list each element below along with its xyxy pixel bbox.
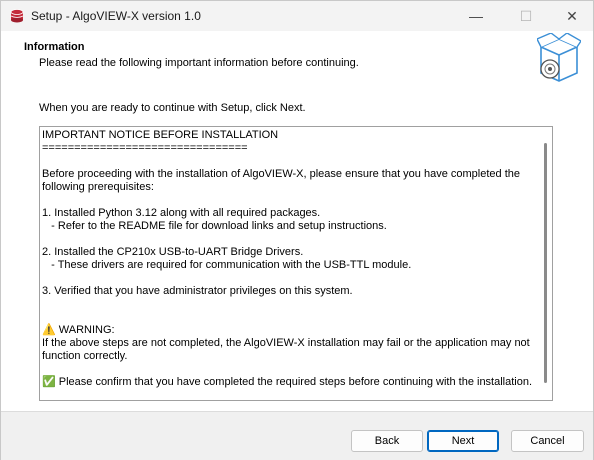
maximize-icon: ☐ [519,7,533,24]
wizard-header: Information Please read the following im… [1,31,593,89]
scroll-thumb[interactable] [544,143,547,383]
memo-line: If the above steps are not completed, th… [42,337,530,349]
install-box-icon [537,33,581,82]
memo-line: ✅ Please confirm that you have completed… [42,376,533,388]
page-title: Information [24,41,85,53]
memo-line [42,272,537,285]
next-button[interactable]: Next [427,430,499,452]
info-memo[interactable]: IMPORTANT NOTICE BEFORE INSTALLATION ====… [39,126,553,401]
window-title: Setup - AlgoVIEW-X version 1.0 [31,9,201,23]
memo-line: - Refer to the README file for download … [42,220,387,232]
title-bar[interactable]: Setup - AlgoVIEW-X version 1.0 — ☐ ✕ [1,1,593,31]
memo-line: IMPORTANT NOTICE BEFORE INSTALLATION [42,129,279,141]
setup-window: Setup - AlgoVIEW-X version 1.0 — ☐ ✕ Inf… [0,0,594,460]
setup-app-icon [10,9,24,23]
minimize-button[interactable]: — [453,1,499,31]
intro-text: When you are ready to continue with Setu… [39,102,306,114]
memo-line: - These drivers are required for communi… [42,259,412,271]
memo-line [42,298,537,311]
memo-line: 2. Installed the CP210x USB-to-UART Brid… [42,246,304,258]
memo-line: ================================ [42,142,248,154]
memo-line: function correctly. [42,350,128,362]
memo-line: 3. Verified that you have administrator … [42,285,353,297]
memo-line [42,194,537,207]
memo-line [42,233,537,246]
back-button[interactable]: Back [351,430,423,452]
info-memo-text: IMPORTANT NOTICE BEFORE INSTALLATION ====… [42,129,537,389]
memo-line: ⚠️ WARNING: [42,324,115,336]
wizard-footer: Back Next Cancel [1,411,593,460]
cancel-button[interactable]: Cancel [511,430,584,452]
close-button[interactable]: ✕ [549,1,594,31]
memo-line [42,363,537,376]
memo-line: 1. Installed Python 3.12 along with all … [42,207,321,219]
maximize-button[interactable]: ☐ [503,1,549,31]
memo-scrollbar[interactable] [541,129,551,398]
minimize-icon: — [469,8,483,24]
memo-line [42,311,537,324]
memo-line: following prerequisites: [42,181,154,193]
memo-line [42,155,537,168]
memo-line: Before proceeding with the installation … [42,168,520,180]
close-icon: ✕ [566,7,578,24]
wizard-content: When you are ready to continue with Setu… [1,89,593,411]
page-subtitle: Please read the following important info… [39,57,359,69]
